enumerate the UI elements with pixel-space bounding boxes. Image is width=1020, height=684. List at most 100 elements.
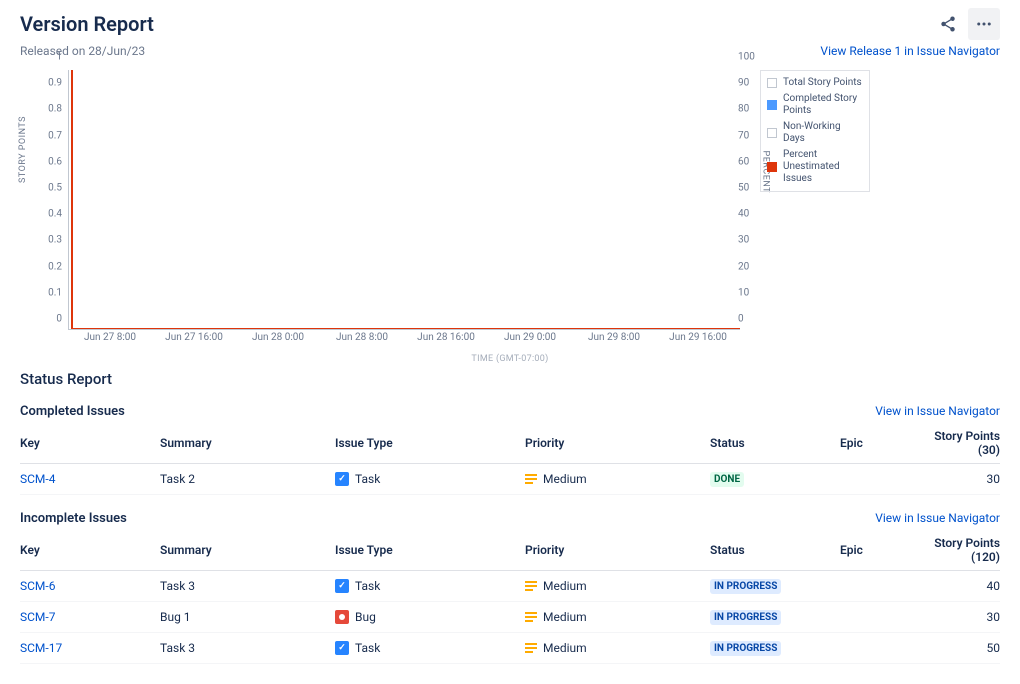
y-tick: 0.1 — [48, 287, 62, 298]
x-tick: Jun 27 8:00 — [84, 332, 136, 343]
legend-item: Percent Unestimated Issues — [767, 147, 863, 187]
type-label: Bug — [355, 610, 376, 624]
x-axis-label: TIME (GMT-07:00) — [471, 354, 548, 364]
col-priority: Priority — [525, 530, 710, 571]
col-type: Issue Type — [335, 423, 525, 464]
epic-cell — [840, 602, 920, 633]
issue-key-link[interactable]: SCM-7 — [20, 610, 55, 624]
story-points-cell: 30 — [920, 602, 1000, 633]
table-row: SCM-4Task 2TaskMediumDONE30 — [20, 464, 1000, 495]
unestimated-line-baseline — [71, 328, 740, 330]
y-tick: 0 — [56, 314, 62, 325]
summary-cell: Task 3 — [160, 633, 335, 664]
col-key: Key — [20, 530, 160, 571]
task-icon — [335, 641, 349, 655]
issue-key-link[interactable]: SCM-6 — [20, 579, 55, 593]
incomplete-title: Incomplete Issues — [20, 511, 127, 526]
incomplete-header: Incomplete Issues View in Issue Navigato… — [20, 511, 1000, 526]
sub-header: Released on 28/Jun/23 View Release 1 in … — [20, 44, 1000, 58]
legend-swatch — [767, 128, 777, 138]
col-status: Status — [710, 423, 840, 464]
col-summary: Summary — [160, 530, 335, 571]
col-status: Status — [710, 530, 840, 571]
epic-cell — [840, 633, 920, 664]
x-tick: Jun 28 8:00 — [336, 332, 388, 343]
view-release-link[interactable]: View Release 1 in Issue Navigator — [820, 44, 1000, 58]
task-icon — [335, 472, 349, 486]
x-tick: Jun 29 8:00 — [588, 332, 640, 343]
legend-swatch — [767, 100, 777, 110]
y-tick: 0.4 — [48, 209, 62, 220]
priority-label: Medium — [543, 641, 587, 655]
x-tick: Jun 27 16:00 — [165, 332, 223, 343]
legend-label: Non-Working Days — [783, 121, 863, 145]
y-tick: 0.7 — [48, 130, 62, 141]
y-tick: 0.9 — [48, 78, 62, 89]
bug-icon — [335, 610, 349, 624]
incomplete-table: Key Summary Issue Type Priority Status E… — [20, 530, 1000, 664]
x-tick: Jun 29 0:00 — [504, 332, 556, 343]
issue-key-link[interactable]: SCM-17 — [20, 641, 62, 655]
x-ticks: Jun 27 8:00 Jun 27 16:00 Jun 28 0:00 Jun 28… — [68, 332, 740, 346]
y-tick: 0.8 — [48, 104, 62, 115]
legend-item: Non-Working Days — [767, 119, 863, 147]
priority-medium-icon — [525, 616, 537, 619]
task-icon — [335, 579, 349, 593]
version-chart: STORY POINTS PERCENT 00.10.20.30.40.50.6… — [20, 68, 1000, 358]
page-title: Version Report — [20, 12, 154, 36]
col-key: Key — [20, 423, 160, 464]
status-report-title: Status Report — [20, 370, 1000, 388]
col-summary: Summary — [160, 423, 335, 464]
page-header: Version Report — [20, 8, 1000, 40]
status-badge: DONE — [710, 472, 744, 487]
priority-medium-icon — [525, 647, 537, 650]
epic-cell — [840, 464, 920, 495]
status-badge: IN PROGRESS — [710, 610, 781, 625]
more-icon — [975, 15, 993, 33]
col-epic: Epic — [840, 423, 920, 464]
released-text: Released on 28/Jun/23 — [20, 44, 145, 58]
legend-swatch — [767, 162, 777, 172]
summary-cell: Bug 1 — [160, 602, 335, 633]
completed-header: Completed Issues View in Issue Navigator — [20, 404, 1000, 419]
x-tick: Jun 29 16:00 — [669, 332, 727, 343]
legend-item: Total Story Points — [767, 75, 863, 91]
col-type: Issue Type — [335, 530, 525, 571]
col-sp-completed: Story Points (30) — [920, 423, 1000, 464]
priority-medium-icon — [525, 478, 537, 481]
legend-item: Completed Story Points — [767, 91, 863, 119]
table-row: SCM-7Bug 1BugMediumIN PROGRESS30 — [20, 602, 1000, 633]
legend-label: Total Story Points — [783, 77, 862, 89]
priority-label: Medium — [543, 579, 587, 593]
y-tick: 0.5 — [48, 183, 62, 194]
priority-medium-icon — [525, 585, 537, 588]
header-actions — [932, 8, 1000, 40]
type-label: Task — [355, 579, 380, 593]
status-badge: IN PROGRESS — [710, 579, 781, 594]
plot-area — [68, 70, 740, 330]
completed-table: Key Summary Issue Type Priority Status E… — [20, 423, 1000, 495]
more-actions-button[interactable] — [968, 8, 1000, 40]
type-label: Task — [355, 472, 380, 486]
epic-cell — [840, 571, 920, 602]
col-priority: Priority — [525, 423, 710, 464]
priority-label: Medium — [543, 472, 587, 486]
col-epic: Epic — [840, 530, 920, 571]
y-tick: 1 — [56, 52, 62, 63]
completed-view-link[interactable]: View in Issue Navigator — [875, 404, 1000, 418]
summary-cell: Task 3 — [160, 571, 335, 602]
story-points-cell: 40 — [920, 571, 1000, 602]
x-tick: Jun 28 0:00 — [252, 332, 304, 343]
legend-label: Completed Story Points — [783, 93, 863, 117]
incomplete-view-link[interactable]: View in Issue Navigator — [875, 511, 1000, 525]
y-tick: 0.2 — [48, 261, 62, 272]
y-tick: 0.6 — [48, 156, 62, 167]
share-icon — [939, 15, 957, 33]
legend-label: Percent Unestimated Issues — [783, 149, 863, 185]
type-label: Task — [355, 641, 380, 655]
summary-cell: Task 2 — [160, 464, 335, 495]
issue-key-link[interactable]: SCM-4 — [20, 472, 55, 486]
status-badge: IN PROGRESS — [710, 641, 781, 656]
share-button[interactable] — [932, 8, 964, 40]
x-tick: Jun 28 16:00 — [417, 332, 475, 343]
